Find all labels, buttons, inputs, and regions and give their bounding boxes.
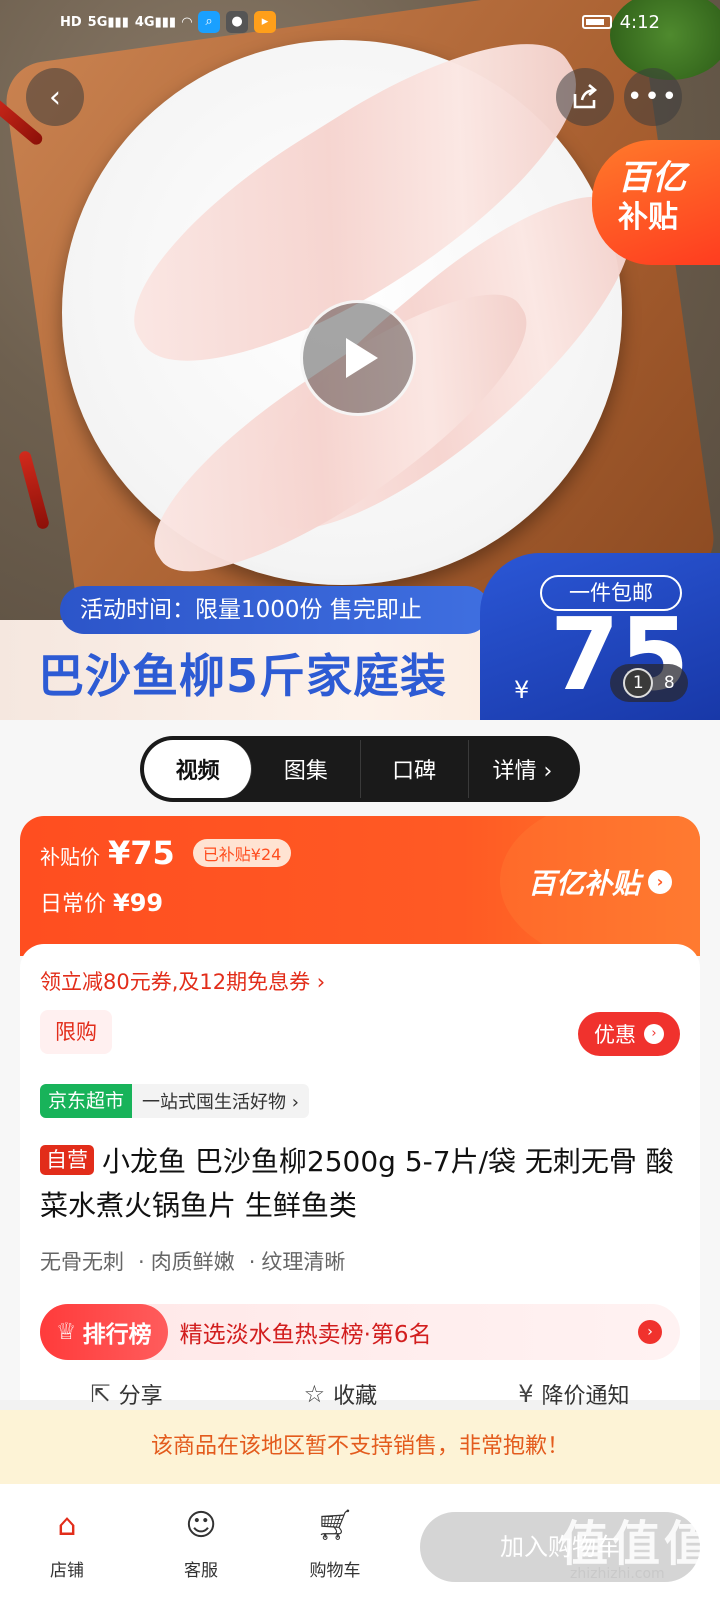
product-title: 自营 小龙鱼 巴沙鱼柳2500g 5-7片/袋 无刺无骨 酸菜水煮火锅鱼片 生鲜鱼… [40,1140,680,1228]
chevron-right-icon: › [644,1024,664,1044]
chevron-right-icon: › [638,1320,662,1344]
more-button[interactable]: ••• [624,68,682,126]
subsidy-price-card[interactable]: 补贴价 ¥75 已补贴¥24 日常价 ¥99 百亿补贴 › [20,816,700,956]
daily-price-label: 日常价 [40,892,107,917]
tab-video[interactable]: 视频 [144,740,253,798]
battery-icon [581,15,612,29]
product-features: 无骨无刺 肉质鲜嫩 纹理清晰 [40,1246,345,1276]
ranking-text: 精选淡水鱼热卖榜·第6名 [179,1322,432,1348]
product-info-card: 领立减80元券,及12期免息券 › 限购 优惠 › 京东超市 一站式囤生活好物 … [20,944,700,1400]
product-detail-page: HD 5G▮▮▮ 4G▮▮▮ ◠ ⌕ ● ▸ 4:12 ‹ ••• 百亿 补贴 … [0,0,720,1600]
currency-symbol: ¥ [514,676,530,704]
play-video-button[interactable] [300,300,416,416]
purchase-limit-tag: 限购 [40,1010,112,1054]
image-counter: 1 8 [610,664,688,702]
share-icon: ⇱ [90,1380,111,1408]
store-icon: ⌂ [57,1508,77,1543]
play-app-icon: ▸ [254,11,277,33]
chili-pepper [17,449,51,531]
media-tabs: 视频 图集 口碑 详情 › [140,736,580,802]
self-operated-tag: 自营 [40,1145,94,1175]
promo-title: 巴沙鱼柳5斤家庭装 [38,649,448,703]
tab-gallery[interactable]: 图集 [252,740,361,798]
subsidy-brand-link[interactable]: 百亿补贴 › [528,862,673,902]
feature-item: 无骨无刺 [40,1250,124,1274]
yen-circle-icon: ¥ [518,1380,534,1408]
billion-subsidy-badge: 百亿 补贴 [592,140,720,265]
store-button[interactable]: ⌂ 店铺 [0,1504,134,1581]
product-title-text: 小龙鱼 巴沙鱼柳2500g 5-7片/袋 无刺无骨 酸菜水煮火锅鱼片 生鲜鱼类 [40,1145,674,1222]
share-icon [573,84,598,109]
subsidy-price: ¥75 [108,834,175,872]
wifi-icon: ◠ [182,14,193,30]
cart-icon: 🛒︎ [315,1508,355,1543]
status-time: 4:12 [619,11,660,33]
discount-button[interactable]: 优惠 › [578,1012,680,1056]
more-dots-icon: ••• [626,82,679,112]
coupon-link[interactable]: 领立减80元券,及12期免息券 › [40,966,325,996]
subsidized-amount-tag: 已补贴¥24 [192,839,292,867]
search-app-icon: ⌕ [198,11,221,33]
share-button[interactable] [556,68,614,126]
tab-reviews[interactable]: 口碑 [361,740,469,798]
app-notification-icon: ● [226,11,249,33]
watermark-url: zhizhizhi.com [570,1566,665,1582]
store-tag: 京东超市 [40,1084,133,1118]
tab-details[interactable]: 详情 › [469,740,576,798]
status-bar: HD 5G▮▮▮ 4G▮▮▮ ◠ ⌕ ● ▸ 4:12 [0,0,720,44]
cart-button[interactable]: 🛒︎ 购物车 [268,1504,402,1581]
back-button[interactable]: ‹ [26,68,84,126]
ranking-banner[interactable]: ♕ 排行榜 精选淡水鱼热卖榜·第6名 › [40,1304,680,1360]
image-counter-total: 8 [663,673,675,693]
unavailable-notice: 该商品在该地区暂不支持销售，非常抱歉！ [0,1410,720,1484]
image-counter-current: 1 [623,668,654,698]
subsidy-price-label: 补贴价 [40,845,100,869]
signal-4g-icon: 4G▮▮▮ [134,14,177,30]
jd-supermarket-chip[interactable]: 京东超市 一站式囤生活好物 › [40,1084,309,1118]
play-icon [346,338,378,378]
price-alert-action[interactable]: ¥ 降价通知 [518,1378,629,1410]
activity-time-label: 活动时间：限量1000份 售完即止 [60,586,490,634]
chevron-right-icon: › [648,870,673,894]
feature-item: 纹理清晰 [249,1246,345,1276]
chevron-left-icon: ‹ [49,79,61,115]
share-action[interactable]: ⇱ 分享 [91,1378,163,1410]
watermark: 值值值 [560,1516,717,1572]
chat-smile-icon: ☺ [185,1508,217,1543]
store-slogan: 一站式囤生活好物 › [142,1092,299,1113]
ranking-badge: ♕ 排行榜 [40,1304,168,1360]
hd-icon: HD [60,14,82,30]
trophy-icon: ♕ [56,1319,77,1345]
favorite-action[interactable]: ☆ 收藏 [304,1378,378,1410]
customer-service-button[interactable]: ☺ 客服 [134,1504,268,1581]
star-icon: ☆ [303,1380,326,1408]
signal-5g-icon: 5G▮▮▮ [87,14,129,30]
feature-item: 肉质鲜嫩 [138,1246,235,1276]
daily-price: ¥99 [113,889,164,917]
